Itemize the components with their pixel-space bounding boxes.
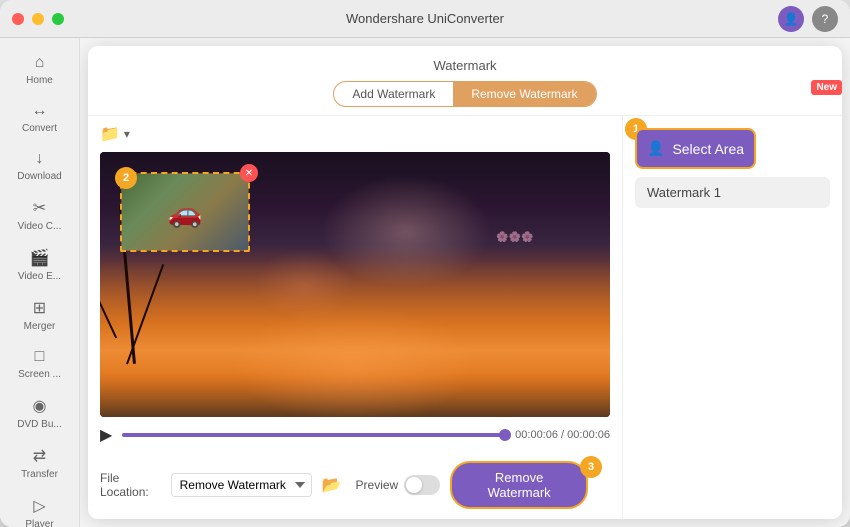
sidebar-item-convert[interactable]: ↔ Convert bbox=[0, 94, 79, 142]
add-file-button[interactable]: 📁 ▾ bbox=[100, 124, 130, 144]
sidebar-item-home-label: Home bbox=[26, 75, 53, 86]
dialog-header: Watermark Add Watermark Remove Watermark bbox=[88, 46, 842, 116]
screen-icon: □ bbox=[35, 348, 45, 366]
sidebar-item-videoc[interactable]: ✂ Video C... bbox=[0, 190, 79, 240]
watermark-item-1[interactable]: Watermark 1 bbox=[635, 177, 830, 208]
videoc-icon: ✂ bbox=[33, 198, 46, 218]
sidebar-item-download-label: Download bbox=[17, 171, 61, 182]
add-watermark-tab[interactable]: Add Watermark bbox=[334, 82, 453, 106]
select-area-user-icon: 👤 bbox=[647, 140, 664, 157]
thumbnail-car-image bbox=[122, 174, 248, 250]
help-icon[interactable]: ? bbox=[812, 6, 838, 32]
dropdown-arrow-icon: ▾ bbox=[124, 127, 130, 141]
transfer-icon: ⇄ bbox=[33, 446, 46, 466]
sidebar-item-home[interactable]: ⌂ Home bbox=[0, 46, 79, 94]
sidebar-item-transfer[interactable]: ⇄ Transfer bbox=[0, 438, 79, 488]
video-container: 🌸🌸 🌸 🌸🌸🌸 ✕ bbox=[100, 152, 610, 417]
download-icon: ↓ bbox=[36, 150, 44, 168]
sidebar-item-dvd-label: DVD Bu... bbox=[17, 419, 61, 430]
video-controls: ▶ 00:00:06 / 00:00:06 bbox=[88, 417, 622, 453]
sidebar-item-screen-label: Screen ... bbox=[18, 369, 61, 380]
app-title: Wondershare UniConverter bbox=[346, 11, 504, 26]
sidebar-item-videoc-label: Video C... bbox=[18, 221, 62, 232]
add-file-icon: 📁 bbox=[100, 124, 120, 144]
sidebar-item-videoe-label: Video E... bbox=[18, 271, 61, 282]
dialog-body: 📁 ▾ bbox=[88, 116, 842, 519]
preview-group: Preview bbox=[356, 475, 441, 495]
convert-icon: ↔ bbox=[32, 102, 48, 120]
content-area: Watermark Add Watermark Remove Watermark… bbox=[80, 38, 850, 527]
merger-icon: ⊞ bbox=[33, 298, 46, 318]
videoe-icon: 🎬 bbox=[30, 248, 50, 268]
sidebar-item-download[interactable]: ↓ Download bbox=[0, 142, 79, 190]
user-icon[interactable]: 👤 bbox=[778, 6, 804, 32]
select-area-button[interactable]: 👤 Select Area bbox=[635, 128, 756, 169]
title-bar: Wondershare UniConverter 👤 ? bbox=[0, 0, 850, 38]
tab-group: Add Watermark Remove Watermark bbox=[333, 81, 596, 107]
select-area-label: Select Area bbox=[672, 141, 744, 157]
dialog-title: Watermark bbox=[433, 58, 496, 73]
sidebar-item-player-label: Player bbox=[25, 519, 53, 527]
progress-thumb bbox=[499, 429, 511, 441]
title-bar-icons: 👤 ? bbox=[778, 6, 838, 32]
preview-toggle[interactable] bbox=[404, 475, 440, 495]
sidebar-item-videoe[interactable]: 🎬 Video E... bbox=[0, 240, 79, 290]
traffic-lights bbox=[12, 13, 64, 25]
play-button[interactable]: ▶ bbox=[100, 425, 112, 445]
sidebar: ⌂ Home ↔ Convert ↓ Download ✂ Video C...… bbox=[0, 38, 80, 527]
sidebar-item-merger-label: Merger bbox=[24, 321, 56, 332]
sidebar-item-merger[interactable]: ⊞ Merger bbox=[0, 290, 79, 340]
file-location-row: File Location: Remove Watermark Same as … bbox=[88, 453, 622, 519]
remove-watermark-button[interactable]: Remove Watermark bbox=[450, 461, 588, 509]
file-location-label: File Location: bbox=[100, 471, 161, 499]
player-icon: ▷ bbox=[33, 496, 45, 516]
remove-selection-button[interactable]: ✕ bbox=[240, 164, 258, 182]
select-area-container: 1 👤 Select Area bbox=[635, 128, 830, 169]
remove-watermark-tab[interactable]: Remove Watermark bbox=[453, 82, 595, 106]
sidebar-item-dvd[interactable]: ◉ DVD Bu... bbox=[0, 388, 79, 438]
sidebar-item-transfer-label: Transfer bbox=[21, 469, 58, 480]
browse-folder-button[interactable]: 📂 bbox=[322, 475, 342, 495]
file-location-select[interactable]: Remove Watermark Same as Source Custom bbox=[171, 473, 312, 497]
watermark-selection-box[interactable]: ✕ bbox=[120, 172, 250, 252]
step-badge-3: 3 bbox=[580, 456, 602, 478]
right-panel: 1 👤 Select Area Watermark 1 bbox=[622, 116, 842, 519]
minimize-button[interactable] bbox=[32, 13, 44, 25]
app-window: Wondershare UniConverter 👤 ? ⌂ Home ↔ Co… bbox=[0, 0, 850, 527]
progress-fill bbox=[122, 433, 505, 437]
sidebar-item-screen[interactable]: □ Screen ... bbox=[0, 340, 79, 388]
video-panel: 📁 ▾ bbox=[88, 116, 622, 519]
home-icon: ⌂ bbox=[35, 54, 45, 72]
step-badge-2: 2 bbox=[115, 167, 137, 189]
dvd-icon: ◉ bbox=[33, 396, 47, 416]
preview-label: Preview bbox=[356, 478, 399, 492]
watermark-dialog: Watermark Add Watermark Remove Watermark… bbox=[88, 46, 842, 519]
progress-bar[interactable] bbox=[122, 433, 505, 437]
time-current: 00:00:06 / 00:00:06 bbox=[515, 429, 610, 441]
close-button[interactable] bbox=[12, 13, 24, 25]
sidebar-item-player[interactable]: ▷ Player bbox=[0, 488, 79, 527]
toolbar-row: 📁 ▾ bbox=[88, 116, 622, 152]
main-layout: ⌂ Home ↔ Convert ↓ Download ✂ Video C...… bbox=[0, 38, 850, 527]
sidebar-item-convert-label: Convert bbox=[22, 123, 57, 134]
maximize-button[interactable] bbox=[52, 13, 64, 25]
watermark-thumbnail bbox=[122, 174, 248, 250]
